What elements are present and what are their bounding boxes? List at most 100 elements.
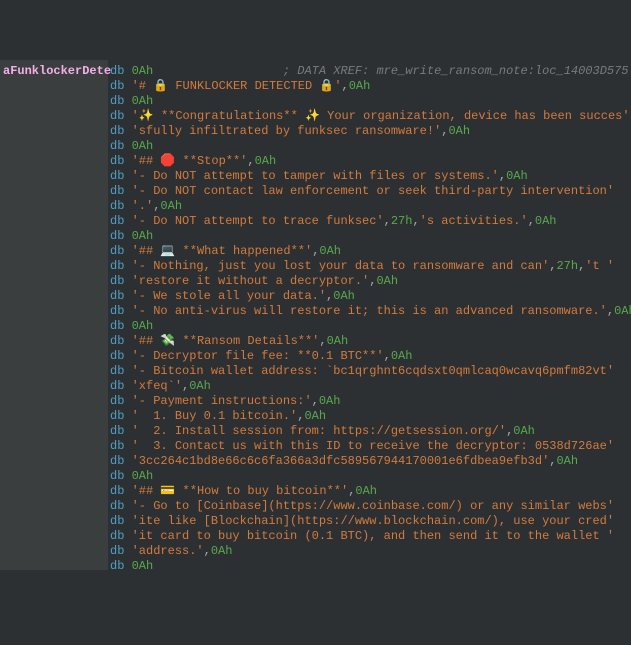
hex-value: 0Ah [506,169,528,183]
asm-line: db '## 💻 **What happened**',0Ah [110,244,631,259]
db-keyword: db [110,514,124,528]
hex-value: 0Ah [132,559,154,573]
hex-value: 0Ah [355,484,377,498]
db-keyword: db [110,274,124,288]
asm-line: db 'xfeq`',0Ah [110,379,631,394]
db-keyword: db [110,409,124,423]
hex-value: 0Ah [132,139,154,153]
asm-line: db '## 💸 **Ransom Details**',0Ah [110,334,631,349]
listing-column: db 0Ah ; DATA XREF: mre_write_ransom_not… [108,60,631,570]
hex-value: 0Ah [319,244,341,258]
asm-line: db '- Do NOT contact law enforcement or … [110,184,631,199]
string-literal: '- Do NOT contact law enforcement or see… [132,184,614,198]
db-keyword: db [110,259,124,273]
asm-line: db 0Ah [110,139,631,154]
db-keyword: db [110,319,124,333]
db-keyword: db [110,349,124,363]
asm-line: db '- Nothing, just you lost your data t… [110,259,631,274]
asm-line: db '.',0Ah [110,199,631,214]
string-literal: 'it card to buy bitcoin (0.1 BTC), and t… [132,529,614,543]
string-literal: '## 🛑 **Stop**' [132,154,248,168]
string-literal: ' 2. Install session from: https://getse… [132,424,506,438]
db-keyword: db [110,139,124,153]
hex-value: 0Ah [319,394,341,408]
hex-value: 0Ah [614,304,631,318]
string-literal: 'xfeq`' [132,379,182,393]
string-literal: '✨ **Congratulations** ✨ Your organizati… [132,109,630,123]
asm-line: db '3cc264c1bd8e66c6c6fa366a3dfc58956794… [110,454,631,469]
asm-line: db ' 3. Contact us with this ID to recei… [110,439,631,454]
string-literal: ' 1. Buy 0.1 bitcoin.' [132,409,298,423]
xref-comment: ; DATA XREF: mre_write_ransom_note:loc_1… [283,64,631,78]
asm-line: db '## 🛑 **Stop**',0Ah [110,154,631,169]
string-literal: '- Do NOT attempt to trace funksec' [132,214,384,228]
db-keyword: db [110,394,124,408]
asm-line: db '- Decryptor file fee: **0.1 BTC**',0… [110,349,631,364]
db-keyword: db [110,214,124,228]
db-keyword: db [110,469,124,483]
asm-line: db '- Payment instructions:',0Ah [110,394,631,409]
string-literal: 'ite like [Blockchain](https://www.block… [132,514,614,528]
hex-value: 27h [391,214,413,228]
asm-line: db 'ite like [Blockchain](https://www.bl… [110,514,631,529]
asm-line: db 0Ah [110,319,631,334]
string-literal: '- Bitcoin wallet address: `bc1qrghnt6cq… [132,364,614,378]
db-keyword: db [110,109,124,123]
string-literal: '- No anti-virus will restore it; this i… [132,304,607,318]
disassembly-view: aFunklockerDete db 0Ah ; DATA XREF: mre_… [0,60,631,570]
db-keyword: db [110,439,124,453]
string-literal: '- Go to [Coinbase](https://www.coinbase… [132,499,614,513]
asm-line: db ' 2. Install session from: https://ge… [110,424,631,439]
db-keyword: db [110,79,124,93]
hex-value: 0Ah [349,79,371,93]
db-keyword: db [110,304,124,318]
hex-value: 0Ah [211,544,233,558]
string-literal: '.' [132,199,154,213]
db-keyword: db [110,229,124,243]
hex-value: 0Ah [132,229,154,243]
asm-line: db 0Ah [110,229,631,244]
string-literal: '3cc264c1bd8e66c6c6fa366a3dfc58956794417… [132,454,550,468]
string-literal: '- Decryptor file fee: **0.1 BTC**' [132,349,384,363]
db-keyword: db [110,289,124,303]
asm-line: db ' 1. Buy 0.1 bitcoin.',0Ah [110,409,631,424]
hex-value: 0Ah [132,319,154,333]
asm-line: db '- We stole all your data.',0Ah [110,289,631,304]
asm-line: db '- Bitcoin wallet address: `bc1qrghnt… [110,364,631,379]
asm-line: db '- Do NOT attempt to tamper with file… [110,169,631,184]
hex-value: 0Ah [132,64,154,78]
db-keyword: db [110,454,124,468]
asm-line: db '✨ **Congratulations** ✨ Your organiz… [110,109,631,124]
db-keyword: db [110,124,124,138]
hex-value: 27h [556,259,578,273]
db-keyword: db [110,94,124,108]
hex-value: 0Ah [376,274,398,288]
asm-line: db 'it card to buy bitcoin (0.1 BTC), an… [110,529,631,544]
hex-value: 0Ah [189,379,211,393]
db-keyword: db [110,64,124,78]
db-keyword: db [110,184,124,198]
variable-name: aFunklockerDete [3,64,111,78]
string-literal: 'restore it without a decryptor.' [132,274,370,288]
db-keyword: db [110,154,124,168]
hex-value: 0Ah [556,454,578,468]
db-keyword: db [110,364,124,378]
string-literal: 'address.' [132,544,204,558]
db-keyword: db [110,544,124,558]
hex-value: 0Ah [327,334,349,348]
string-literal: 't ' [585,259,614,273]
asm-line: db 'restore it without a decryptor.',0Ah [110,274,631,289]
db-keyword: db [110,529,124,543]
asm-line: db 'sfully infiltrated by funksec ransom… [110,124,631,139]
label-column: aFunklockerDete [0,60,108,570]
asm-line: db '- Go to [Coinbase](https://www.coinb… [110,499,631,514]
asm-line: db 'address.',0Ah [110,544,631,559]
db-keyword: db [110,484,124,498]
asm-line: db '- Do NOT attempt to trace funksec',2… [110,214,631,229]
string-literal: '- Payment instructions:' [132,394,312,408]
string-literal: 'sfully infiltrated by funksec ransomwar… [132,124,442,138]
hex-value: 0Ah [132,469,154,483]
hex-value: 0Ah [132,94,154,108]
db-keyword: db [110,379,124,393]
string-literal: '- We stole all your data.' [132,289,326,303]
